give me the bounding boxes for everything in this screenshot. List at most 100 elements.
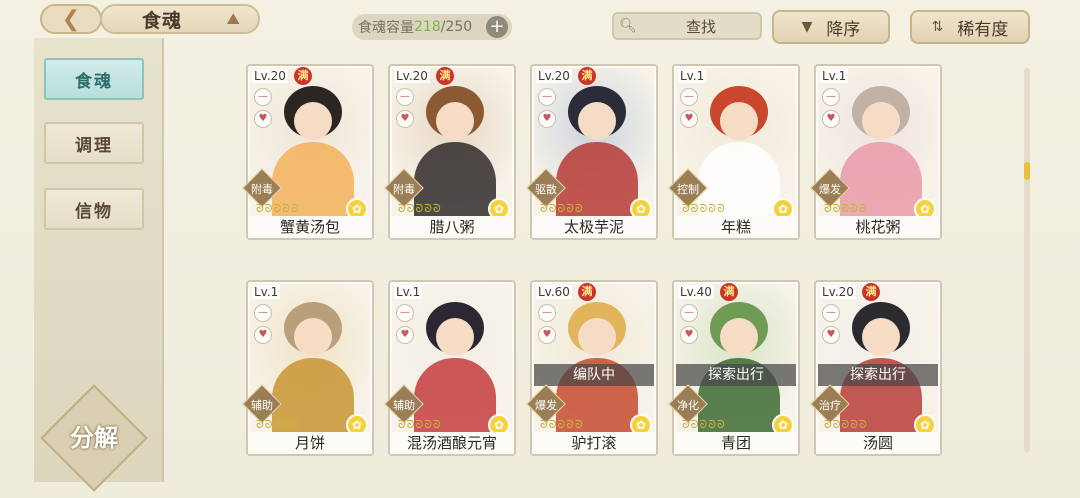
equip-slot-icon: — bbox=[254, 304, 272, 322]
plus-icon[interactable]: + bbox=[486, 16, 508, 38]
food-soul-card[interactable]: Lv.1 — ♥ 辅助 ᘐᘐᘐᘐᘐ ✿ 混汤酒酿元宵 bbox=[384, 280, 516, 456]
food-soul-card[interactable]: Lv.1 — ♥ 辅助 ᘐᘐᘐᘐᘐ ✿ 月饼 bbox=[242, 280, 374, 456]
heart-icon: ♥ bbox=[396, 110, 414, 128]
character-face bbox=[294, 102, 332, 140]
equip-slot-icon: — bbox=[538, 88, 556, 106]
card-name: 太极芋泥 bbox=[532, 216, 656, 238]
card-type: 驱散 bbox=[535, 183, 557, 196]
search-button[interactable]: 🔍︎ 查找 bbox=[612, 12, 762, 40]
tab-food-soul[interactable]: 食魂 bbox=[44, 58, 144, 100]
heart-icon: ♥ bbox=[538, 110, 556, 128]
card-name: 驴打滚 bbox=[532, 432, 656, 454]
character-face bbox=[862, 318, 900, 356]
star-row: ᘐᘐᘐᘐᘐ bbox=[824, 418, 868, 431]
max-level-badge: 满 bbox=[720, 283, 738, 301]
star-row: ᘐᘐᘐᘐᘐ bbox=[398, 418, 442, 431]
card-name: 月饼 bbox=[248, 432, 372, 454]
equip-slot-icon: — bbox=[254, 88, 272, 106]
sort-order-button[interactable]: ▼ 降序 bbox=[772, 10, 890, 44]
food-soul-card[interactable]: Lv.60 满 — ♥ 编队中 爆发 ᘐᘐᘐᘐᘐ ✿ 驴打滚 bbox=[526, 280, 658, 456]
max-level-badge: 满 bbox=[436, 67, 454, 85]
card-type: 附毒 bbox=[393, 183, 415, 196]
heart-icon: ♥ bbox=[254, 110, 272, 128]
card-type: 辅助 bbox=[393, 399, 415, 412]
card-level: Lv.20 bbox=[536, 69, 572, 83]
character-face bbox=[862, 102, 900, 140]
food-soul-card[interactable]: Lv.1 — ♥ 控制 ᘐᘐᘐᘐᘐ ✿ 年糕 bbox=[668, 64, 800, 240]
tab-label: 信物 bbox=[75, 201, 113, 222]
decompose-label: 分解 bbox=[70, 424, 118, 452]
card-level: Lv.20 bbox=[252, 69, 288, 83]
scrollbar[interactable] bbox=[1024, 68, 1030, 452]
character-face bbox=[578, 318, 616, 356]
tab-label: 调理 bbox=[75, 135, 113, 156]
tab-label: 食魂 bbox=[75, 71, 113, 92]
hat-icon: ⛰ bbox=[226, 9, 240, 28]
food-soul-card[interactable]: Lv.40 满 — ♥ 探索出行 净化 ᘐᘐᘐᘐᘐ ✿ 青团 bbox=[668, 280, 800, 456]
card-name: 混汤酒酿元宵 bbox=[390, 432, 514, 454]
card-level: Lv.20 bbox=[394, 69, 430, 83]
card-name: 年糕 bbox=[674, 216, 798, 238]
character-face bbox=[436, 318, 474, 356]
search-icon: 🔍︎ bbox=[619, 18, 637, 34]
card-type: 治疗 bbox=[819, 399, 841, 412]
card-name: 青团 bbox=[674, 432, 798, 454]
star-row: ᘐᘐᘐᘐᘐ bbox=[824, 202, 868, 215]
equip-slot-icon: — bbox=[680, 304, 698, 322]
heart-icon: ♥ bbox=[680, 326, 698, 344]
sort-rarity-button[interactable]: ⇅ 稀有度 bbox=[910, 10, 1030, 44]
food-soul-card[interactable]: Lv.20 满 — ♥ 附毒 ᘐᘐᘐᘐᘐ ✿ 蟹黄汤包 bbox=[242, 64, 374, 240]
food-soul-card[interactable]: Lv.20 满 — ♥ 探索出行 治疗 ᘐᘐᘐᘐᘐ ✿ 汤圆 bbox=[810, 280, 942, 456]
sort-rarity-label: 稀有度 bbox=[957, 19, 1009, 40]
heart-icon: ♥ bbox=[680, 110, 698, 128]
equip-slot-icon: — bbox=[396, 304, 414, 322]
character-face bbox=[436, 102, 474, 140]
capacity-indicator: 食魂容量 218 /250 + bbox=[352, 14, 512, 40]
star-row: ᘐᘐᘐᘐᘐ bbox=[256, 202, 300, 215]
character-face bbox=[720, 318, 758, 356]
capacity-label: 食魂容量 bbox=[358, 20, 414, 36]
sort-order-label: 降序 bbox=[826, 19, 861, 40]
page-title: 食魂 bbox=[142, 9, 183, 32]
food-soul-card[interactable]: Lv.20 满 — ♥ 附毒 ᘐᘐᘐᘐᘐ ✿ 腊八粥 bbox=[384, 64, 516, 240]
card-level: Lv.1 bbox=[678, 69, 707, 83]
card-status: 探索出行 bbox=[676, 364, 796, 386]
card-type: 净化 bbox=[677, 399, 699, 412]
card-type: 控制 bbox=[677, 183, 699, 196]
card-level: Lv.40 bbox=[678, 285, 714, 299]
card-type: 附毒 bbox=[251, 183, 273, 196]
scroll-thumb[interactable] bbox=[1024, 162, 1030, 180]
food-soul-card[interactable]: Lv.20 满 — ♥ 驱散 ᘐᘐᘐᘐᘐ ✿ 太极芋泥 bbox=[526, 64, 658, 240]
search-label: 查找 bbox=[685, 17, 716, 36]
star-row: ᘐᘐᘐᘐᘐ bbox=[682, 418, 726, 431]
star-row: ᘐᘐᘐᘐᘐ bbox=[540, 418, 584, 431]
card-type: 辅助 bbox=[251, 399, 273, 412]
back-button[interactable]: ❮ bbox=[40, 4, 102, 34]
card-type: 爆发 bbox=[819, 183, 841, 196]
character-face bbox=[720, 102, 758, 140]
card-level: Lv.20 bbox=[820, 285, 856, 299]
star-row: ᘐᘐᘐᘐᘐ bbox=[682, 202, 726, 215]
max-level-badge: 满 bbox=[294, 67, 312, 85]
card-status: 编队中 bbox=[534, 364, 654, 386]
tab-cooking[interactable]: 调理 bbox=[44, 122, 144, 164]
character-face bbox=[294, 318, 332, 356]
heart-icon: ♥ bbox=[822, 110, 840, 128]
tab-tokens[interactable]: 信物 bbox=[44, 188, 144, 230]
heart-icon: ♥ bbox=[396, 326, 414, 344]
card-name: 桃花粥 bbox=[816, 216, 940, 238]
food-soul-card[interactable]: Lv.1 — ♥ 爆发 ᘐᘐᘐᘐᘐ ✿ 桃花粥 bbox=[810, 64, 942, 240]
max-level-badge: 满 bbox=[578, 67, 596, 85]
max-level-badge: 满 bbox=[578, 283, 596, 301]
capacity-total: /250 bbox=[440, 19, 473, 35]
card-name: 汤圆 bbox=[816, 432, 940, 454]
rarity-sort-icon: ⇅ bbox=[931, 19, 944, 35]
star-row: ᘐᘐᘐᘐᘐ bbox=[540, 202, 584, 215]
sort-triangle-icon: ▼ bbox=[801, 19, 813, 35]
chevron-left-icon: ❮ bbox=[61, 6, 81, 32]
equip-slot-icon: — bbox=[822, 304, 840, 322]
card-name: 蟹黄汤包 bbox=[248, 216, 372, 238]
card-level: Lv.1 bbox=[394, 285, 423, 299]
card-status: 探索出行 bbox=[818, 364, 938, 386]
card-level: Lv.1 bbox=[252, 285, 281, 299]
